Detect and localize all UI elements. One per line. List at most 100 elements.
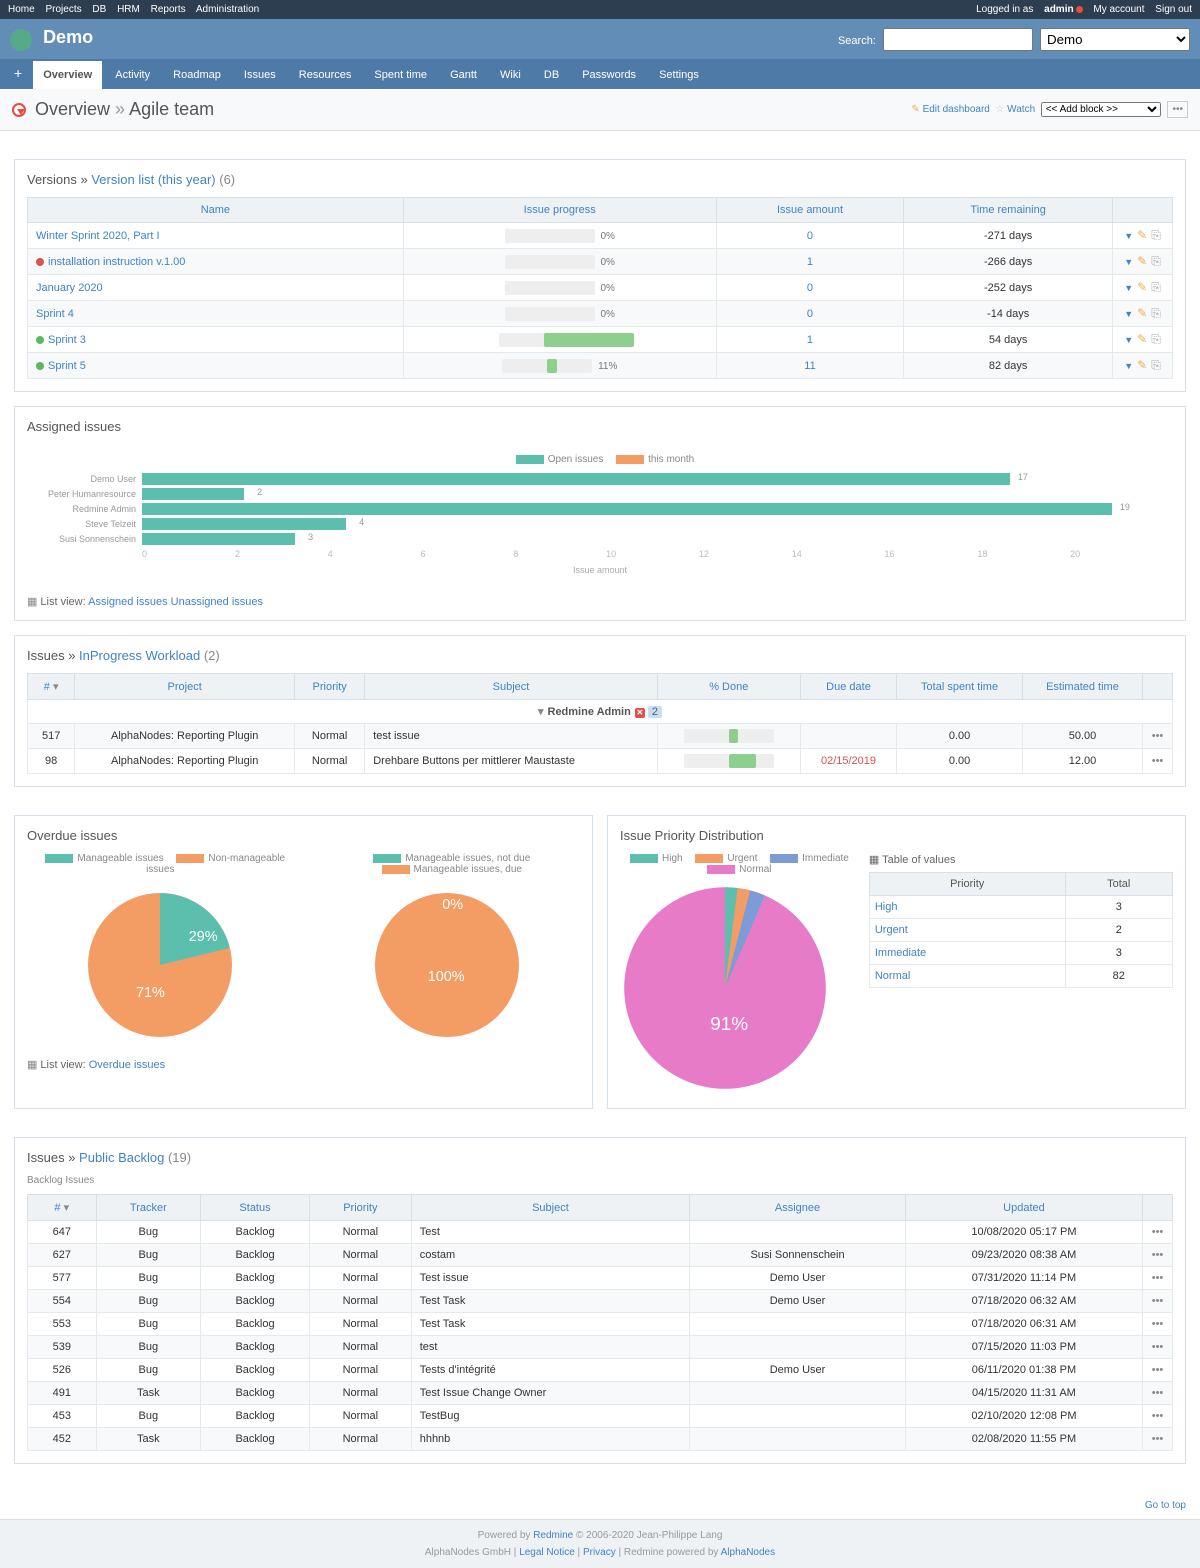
version-link[interactable]: January 2020: [36, 282, 103, 294]
tab-overview[interactable]: Overview: [33, 61, 102, 89]
row-actions-icon[interactable]: •••: [1152, 1387, 1164, 1399]
tab-spent-time[interactable]: Spent time: [364, 61, 437, 89]
row-actions-icon[interactable]: •••: [1152, 1226, 1164, 1238]
tab-passwords[interactable]: Passwords: [572, 61, 646, 89]
nav-db[interactable]: DB: [92, 4, 106, 15]
issue-amount-link[interactable]: 1: [807, 334, 813, 346]
priority-link[interactable]: Normal: [875, 970, 910, 982]
version-link[interactable]: Sprint 5: [48, 360, 86, 372]
nav-projects[interactable]: Projects: [45, 4, 81, 15]
issue-amount-link[interactable]: 11: [804, 360, 815, 372]
col-tracker[interactable]: Tracker: [96, 1195, 201, 1221]
version-link[interactable]: installation instruction v.1.00: [48, 256, 185, 268]
version-link[interactable]: Winter Sprint 2020, Part I: [36, 230, 160, 242]
copy-icon[interactable]: [1151, 280, 1161, 294]
backlog-row[interactable]: 452 Task Backlog Normal hhhnb 02/08/2020…: [28, 1428, 1173, 1451]
copy-icon[interactable]: [1151, 358, 1161, 372]
row-actions-icon[interactable]: •••: [1152, 730, 1164, 742]
go-to-top-link[interactable]: Go to top: [1145, 1500, 1186, 1511]
privacy-link[interactable]: Privacy: [583, 1547, 616, 1558]
project-selector[interactable]: Demo: [1040, 28, 1190, 51]
tab-issues[interactable]: Issues: [234, 61, 286, 89]
issue-amount-link[interactable]: 1: [807, 256, 813, 268]
col-subject[interactable]: Subject: [411, 1195, 690, 1221]
issue-amount-link[interactable]: 0: [807, 308, 813, 320]
row-actions-icon[interactable]: •••: [1152, 1249, 1164, 1261]
col-id[interactable]: # ▾: [28, 674, 75, 700]
backlog-row[interactable]: 491 Task Backlog Normal Test Issue Chang…: [28, 1382, 1173, 1405]
assigned-issues-link[interactable]: Assigned issues: [88, 596, 168, 608]
tab-roadmap[interactable]: Roadmap: [163, 61, 231, 89]
backlog-row[interactable]: 553 Bug Backlog Normal Test Task 07/18/2…: [28, 1313, 1173, 1336]
nav-sign-out[interactable]: Sign out: [1155, 4, 1192, 15]
watch-link[interactable]: Watch: [1007, 104, 1035, 115]
filter-icon[interactable]: [1124, 228, 1133, 242]
alphanodes-link[interactable]: AlphaNodes: [721, 1547, 775, 1558]
row-actions-icon[interactable]: •••: [1152, 755, 1164, 767]
col-project[interactable]: Project: [75, 674, 295, 700]
tab-gantt[interactable]: Gantt: [440, 61, 487, 89]
backlog-row[interactable]: 627 Bug Backlog Normal costam Susi Sonne…: [28, 1244, 1173, 1267]
filter-icon[interactable]: [1124, 280, 1133, 294]
col-spent[interactable]: Total spent time: [897, 674, 1023, 700]
tab-settings[interactable]: Settings: [649, 61, 709, 89]
version-list-link[interactable]: Version list (this year): [91, 172, 215, 187]
tab-wiki[interactable]: Wiki: [490, 61, 531, 89]
backlog-row[interactable]: 539 Bug Backlog Normal test 07/15/2020 1…: [28, 1336, 1173, 1359]
edit-icon[interactable]: [1137, 358, 1147, 372]
overdue-issues-link[interactable]: Overdue issues: [89, 1059, 165, 1071]
col-assignee[interactable]: Assignee: [690, 1195, 906, 1221]
backlog-row[interactable]: 577 Bug Backlog Normal Test issue Demo U…: [28, 1267, 1173, 1290]
col-done[interactable]: % Done: [657, 674, 800, 700]
copy-icon[interactable]: [1151, 228, 1161, 242]
priority-link[interactable]: Immediate: [875, 947, 926, 959]
edit-icon[interactable]: [1137, 228, 1147, 242]
unassigned-issues-link[interactable]: Unassigned issues: [171, 596, 263, 608]
row-actions-icon[interactable]: •••: [1152, 1295, 1164, 1307]
filter-icon[interactable]: [1124, 254, 1133, 268]
issue-row[interactable]: 98 AlphaNodes: Reporting Plugin Normal D…: [28, 749, 1173, 774]
col-progress[interactable]: Issue progress: [403, 198, 716, 223]
col-due[interactable]: Due date: [800, 674, 896, 700]
col-status[interactable]: Status: [201, 1195, 310, 1221]
col-name[interactable]: Name: [28, 198, 404, 223]
row-actions-icon[interactable]: •••: [1152, 1272, 1164, 1284]
tab-activity[interactable]: Activity: [105, 61, 160, 89]
col-amount[interactable]: Issue amount: [716, 198, 904, 223]
nav-administration[interactable]: Administration: [196, 4, 259, 15]
tab-db[interactable]: DB: [534, 61, 569, 89]
version-link[interactable]: Sprint 4: [36, 308, 74, 320]
nav-hrm[interactable]: HRM: [117, 4, 140, 15]
inprogress-link[interactable]: InProgress Workload: [79, 648, 200, 663]
filter-icon[interactable]: [1124, 358, 1133, 372]
col-subject[interactable]: Subject: [365, 674, 658, 700]
issue-row[interactable]: 517 AlphaNodes: Reporting Plugin Normal …: [28, 724, 1173, 749]
backlog-row[interactable]: 554 Bug Backlog Normal Test Task Demo Us…: [28, 1290, 1173, 1313]
nav-my-account[interactable]: My account: [1093, 4, 1144, 15]
col-priority[interactable]: Priority: [309, 1195, 411, 1221]
copy-icon[interactable]: [1151, 254, 1161, 268]
issue-amount-link[interactable]: 0: [807, 282, 813, 294]
backlog-link[interactable]: Public Backlog: [79, 1150, 164, 1165]
copy-icon[interactable]: [1151, 332, 1161, 346]
row-actions-icon[interactable]: •••: [1152, 1341, 1164, 1353]
edit-icon[interactable]: [1137, 332, 1147, 346]
redmine-link[interactable]: Redmine: [533, 1530, 573, 1541]
row-actions-icon[interactable]: •••: [1152, 1364, 1164, 1376]
notification-indicator-icon[interactable]: [1076, 6, 1083, 13]
tab-resources[interactable]: Resources: [289, 61, 362, 89]
search-input[interactable]: [883, 28, 1033, 51]
add-block-select[interactable]: << Add block >>: [1041, 102, 1161, 117]
col-updated[interactable]: Updated: [905, 1195, 1142, 1221]
filter-icon[interactable]: [1124, 332, 1133, 346]
filter-icon[interactable]: [1124, 306, 1133, 320]
edit-dashboard-link[interactable]: Edit dashboard: [923, 104, 990, 115]
copy-icon[interactable]: [1151, 306, 1161, 320]
row-actions-icon[interactable]: •••: [1152, 1433, 1164, 1445]
login-user-link[interactable]: admin: [1044, 4, 1073, 15]
nav-reports[interactable]: Reports: [151, 4, 186, 15]
row-actions-icon[interactable]: •••: [1152, 1318, 1164, 1330]
edit-icon[interactable]: [1137, 280, 1147, 294]
backlog-row[interactable]: 647 Bug Backlog Normal Test 10/08/2020 0…: [28, 1221, 1173, 1244]
col-id[interactable]: # ▾: [28, 1195, 97, 1221]
